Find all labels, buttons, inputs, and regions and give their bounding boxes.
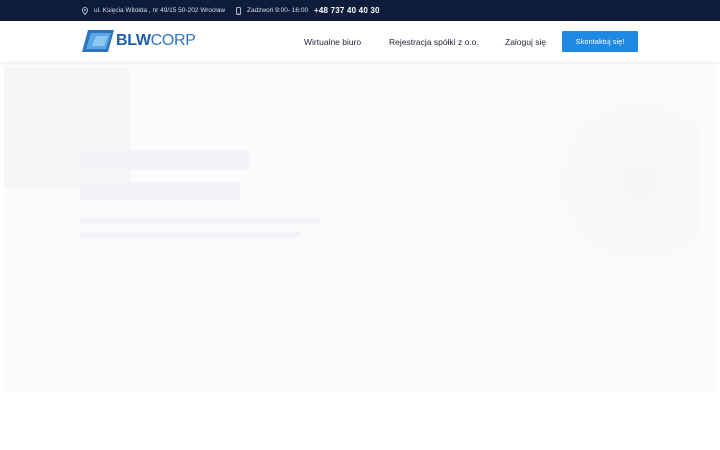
hero-image-placeholder bbox=[4, 68, 130, 188]
phone-number-link[interactable]: +48 737 40 40 30 bbox=[314, 0, 380, 21]
address-info: ul. Księcia Witolda , nr 49/15 50-202 Wr… bbox=[82, 0, 225, 21]
location-pin-icon bbox=[82, 6, 88, 15]
nav-wirtualne-biuro[interactable]: Wirtualne biuro bbox=[304, 21, 361, 62]
address-text: ul. Księcia Witolda , nr 49/15 50-202 Wr… bbox=[94, 7, 226, 14]
hero-title-placeholder bbox=[80, 150, 250, 170]
hero-title-placeholder-2 bbox=[80, 182, 240, 200]
main-header: BLWCORP Wirtualne biuro Rejestracja spół… bbox=[0, 21, 720, 62]
hours-text: Zadzwoń 9:00- 16:00 bbox=[247, 7, 309, 14]
hours-info: Zadzwoń 9:00- 16:00 bbox=[236, 0, 308, 21]
nav-zaloguj[interactable]: Zaloguj się bbox=[505, 21, 546, 62]
logo-mark-icon bbox=[82, 30, 114, 52]
site-logo[interactable]: BLWCORP bbox=[82, 30, 196, 52]
top-info-bar: ul. Księcia Witolda , nr 49/15 50-202 Wr… bbox=[0, 0, 720, 21]
hero-subtitle-placeholder bbox=[80, 218, 320, 224]
hero-section bbox=[0, 62, 720, 450]
hero-subtitle-placeholder-2 bbox=[80, 232, 300, 238]
hero-decorative-shape bbox=[500, 82, 700, 282]
logo-text: BLWCORP bbox=[116, 32, 196, 49]
contact-button[interactable]: Skontaktuj się! bbox=[562, 31, 638, 52]
nav-rejestracja-spolki[interactable]: Rejestracja spółki z o.o. bbox=[389, 21, 479, 62]
phone-icon bbox=[236, 6, 241, 15]
